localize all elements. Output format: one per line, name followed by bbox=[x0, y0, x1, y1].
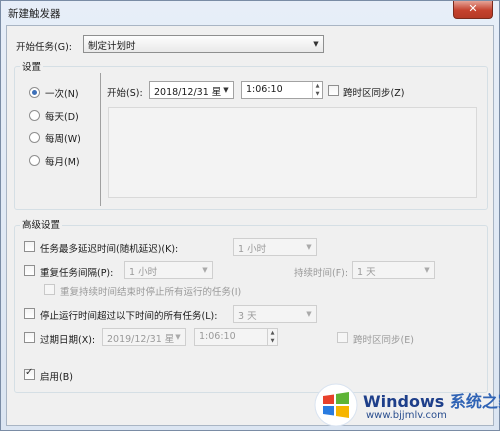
begin-task-value: 制定计划时 bbox=[88, 41, 136, 52]
repeat-value: 1 小时 bbox=[129, 267, 158, 278]
chevron-down-icon: ▼ bbox=[223, 86, 229, 94]
radio-daily-label: 每天(D) bbox=[45, 112, 79, 123]
spin-arrows-icon[interactable]: ▲ ▼ bbox=[267, 329, 277, 345]
chevron-down-icon: ▼ bbox=[202, 266, 208, 274]
stop-longer-select[interactable]: 3 天 ▼ bbox=[233, 305, 317, 323]
stop-longer-value: 3 天 bbox=[238, 311, 257, 322]
expire-date-picker[interactable]: 2019/12/31 星 ▼ bbox=[102, 328, 186, 346]
radio-daily[interactable] bbox=[29, 110, 40, 121]
repeat-label: 重复任务间隔(P): bbox=[40, 268, 114, 279]
chevron-down-icon: ▼ bbox=[424, 266, 430, 274]
duration-value: 1 天 bbox=[357, 267, 376, 278]
start-time-value: 1:06:10 bbox=[246, 84, 283, 95]
dialog-body: 开始任务(G): 制定计划时 ▼ 设置 一次(N) 每天(D) 每周(W) 每月… bbox=[6, 25, 494, 426]
chevron-down-icon: ▼ bbox=[306, 243, 312, 251]
begin-task-select[interactable]: 制定计划时 ▼ bbox=[83, 35, 324, 53]
expire-date-value: 2019/12/31 星 bbox=[107, 334, 175, 345]
radio-weekly-label: 每周(W) bbox=[45, 134, 81, 145]
stop-longer-checkbox[interactable] bbox=[24, 308, 35, 319]
stop-longer-label: 停止运行时间超过以下时间的所有任务(L): bbox=[40, 311, 218, 322]
trigger-dialog: 新建触发器 ✕ 开始任务(G): 制定计划时 ▼ 设置 一次(N) 每天(D) … bbox=[0, 0, 500, 431]
duration-select[interactable]: 1 天 ▼ bbox=[352, 261, 435, 279]
expire-time-picker[interactable]: 1:06:10 ▲ ▼ bbox=[194, 328, 278, 346]
chevron-down-icon: ▼ bbox=[306, 310, 312, 318]
schedule-detail-panel bbox=[108, 107, 477, 198]
expire-checkbox[interactable] bbox=[24, 332, 35, 343]
watermark-brand-cn: 系统之家 bbox=[449, 392, 500, 411]
watermark-url: www.bjjmlv.com bbox=[366, 410, 447, 421]
window-title: 新建触发器 bbox=[8, 8, 61, 20]
title-bar: 新建触发器 ✕ bbox=[1, 1, 499, 25]
radio-once-label: 一次(N) bbox=[45, 89, 79, 100]
watermark-brand: Windows bbox=[363, 392, 445, 411]
start-time-picker[interactable]: 1:06:10 ▲ ▼ bbox=[241, 81, 323, 99]
windows-logo-icon bbox=[314, 383, 358, 427]
repeat-select[interactable]: 1 小时 ▼ bbox=[124, 261, 213, 279]
chevron-down-icon: ▼ bbox=[175, 333, 181, 341]
repeat-checkbox[interactable] bbox=[24, 265, 35, 276]
duration-label: 持续时间(F): bbox=[294, 268, 349, 279]
begin-task-label: 开始任务(G): bbox=[16, 42, 72, 53]
expire-sync-checkbox[interactable] bbox=[337, 332, 348, 343]
enabled-label: 启用(B) bbox=[40, 372, 73, 383]
spin-arrows-icon[interactable]: ▲ ▼ bbox=[312, 82, 322, 98]
delay-label: 任务最多延迟时间(随机延迟)(K): bbox=[40, 244, 179, 255]
expire-sync-label: 跨时区同步(E) bbox=[353, 335, 414, 346]
sync-timezone-checkbox[interactable] bbox=[328, 85, 339, 96]
delay-checkbox[interactable] bbox=[24, 241, 35, 252]
start-label: 开始(S): bbox=[107, 88, 143, 99]
watermark-title: Windows 系统之家 bbox=[363, 388, 500, 412]
stop-running-label: 重复持续时间结束时停止所有运行的任务(I) bbox=[60, 287, 242, 298]
close-button[interactable]: ✕ bbox=[453, 1, 493, 19]
expire-label: 过期日期(X): bbox=[40, 335, 96, 346]
radio-monthly-label: 每月(M) bbox=[45, 157, 80, 168]
radio-once[interactable] bbox=[29, 87, 40, 98]
delay-select[interactable]: 1 小时 ▼ bbox=[233, 238, 317, 256]
site-watermark: Windows 系统之家 www.bjjmlv.com bbox=[306, 381, 500, 431]
chevron-down-icon: ▼ bbox=[313, 40, 319, 48]
expire-time-value: 1:06:10 bbox=[199, 331, 236, 342]
enabled-checkbox[interactable] bbox=[24, 367, 35, 380]
start-date-picker[interactable]: 2018/12/31 星 ▼ bbox=[149, 81, 234, 99]
radio-weekly[interactable] bbox=[29, 132, 40, 143]
radio-monthly[interactable] bbox=[29, 155, 40, 166]
settings-group-title: 设置 bbox=[20, 59, 44, 73]
delay-value: 1 小时 bbox=[238, 244, 267, 255]
stop-running-checkbox[interactable] bbox=[44, 284, 55, 295]
sync-timezone-label: 跨时区同步(Z) bbox=[343, 88, 405, 99]
settings-divider bbox=[100, 73, 101, 206]
start-date-value: 2018/12/31 星 bbox=[154, 87, 222, 98]
advanced-group-title: 高级设置 bbox=[20, 217, 63, 231]
